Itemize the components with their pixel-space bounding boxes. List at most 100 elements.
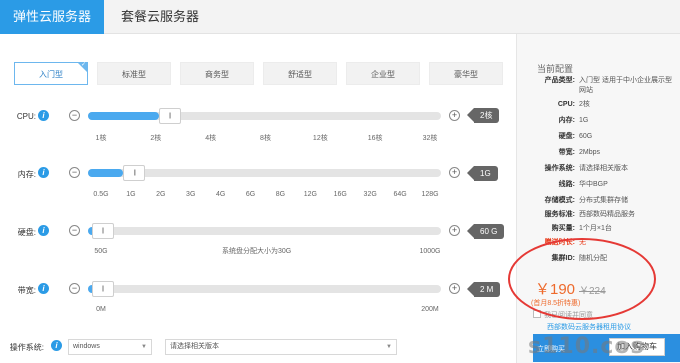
cpu-label: CPU: [16, 112, 36, 121]
check-icon: ✓ [80, 62, 86, 68]
tick-label: 0M [96, 306, 106, 313]
tick-label: 1000G [419, 248, 441, 255]
agree-checkbox[interactable] [533, 310, 541, 318]
tick-label: 50G [94, 248, 108, 255]
memory-plus-button[interactable]: + [449, 167, 460, 178]
config-key: 存储模式: [544, 197, 575, 204]
tick-label: 128G [421, 191, 439, 198]
current-price: ￥190 [535, 281, 576, 298]
cpu-minus-button[interactable]: − [69, 110, 80, 121]
disk-plus-button[interactable]: + [449, 225, 460, 236]
package-button-entry[interactable]: 入门型 ✓ [14, 62, 88, 85]
os-info-icon[interactable]: i [51, 340, 62, 351]
package-button-business[interactable]: 商务型 [180, 62, 254, 85]
bandwidth-info-icon[interactable]: i [38, 283, 49, 294]
bandwidth-value-tag: 2 M [466, 282, 501, 297]
package-button-comfort[interactable]: 舒适型 [263, 62, 337, 85]
agree-checkbox-row[interactable]: 我已阅读并同意 [533, 310, 593, 320]
package-label: 标准型 [122, 70, 146, 79]
disk-slider-track[interactable] [88, 227, 441, 235]
cpu-slider-handle[interactable]: ||| [158, 108, 181, 124]
tick-label: 32G [363, 191, 377, 198]
discount-note: (首月8.5折特惠) [531, 300, 581, 307]
config-value: 西部数码精品服务 [579, 211, 635, 218]
original-price: ￥224 [579, 286, 606, 297]
tick-label: 32核 [422, 135, 438, 142]
tick-label: 4G [215, 191, 226, 198]
memory-info-icon[interactable]: i [38, 167, 49, 178]
chevron-down-icon: ▼ [386, 344, 392, 350]
tick-label: 8核 [260, 135, 271, 142]
os-system-value: windows [73, 343, 100, 350]
os-version-select[interactable]: 请选择相关版本 ▼ [165, 339, 397, 355]
package-label: 商务型 [205, 70, 229, 79]
package-button-standard[interactable]: 标准型 [97, 62, 171, 85]
tick-label: 2G [156, 191, 166, 198]
tick-label: 6G [245, 191, 256, 198]
cpu-slider-fill [88, 112, 159, 120]
package-label: 豪华型 [454, 70, 478, 79]
cpu-info-icon[interactable]: i [38, 110, 49, 121]
tab-package-cloud-server[interactable]: 套餐云服务器 [104, 0, 216, 34]
config-key: 产品类型: [544, 77, 575, 84]
disk-label: 硬盘: [17, 228, 36, 237]
config-value: 2Mbps [579, 149, 601, 156]
tick-label: 16核 [367, 135, 383, 142]
config-key: 服务标准: [544, 211, 575, 218]
config-title: 当前配置 [537, 64, 574, 74]
config-value: 2核 [579, 101, 590, 108]
tick-label: 200M [421, 306, 439, 313]
package-button-enterprise[interactable]: 企业型 [346, 62, 420, 85]
config-key: 赠送时长: [544, 239, 575, 246]
os-system-select[interactable]: windows ▼ [68, 339, 152, 355]
config-value: 分布式集群存储 [579, 197, 628, 204]
config-key: 线路: [558, 181, 575, 188]
bandwidth-slider-track[interactable] [88, 285, 441, 293]
package-label: 舒适型 [288, 70, 312, 79]
tick-label: 12G [303, 191, 317, 198]
disk-info-icon[interactable]: i [38, 225, 49, 236]
disk-slider-handle[interactable]: ||| [91, 223, 114, 239]
config-key: CPU: [557, 101, 575, 108]
agreement-link[interactable]: 西部数码云服务器租用协议 [547, 322, 631, 332]
bandwidth-plus-button[interactable]: + [449, 283, 460, 294]
chevron-down-icon: ▼ [141, 344, 147, 350]
cpu-plus-button[interactable]: + [449, 110, 460, 121]
config-value: 1个月×1台 [579, 225, 612, 232]
config-value: 入门型 适用于中小企业展示型网站 [579, 77, 672, 94]
tick-label: 3G [186, 191, 196, 198]
tab-bar: 弹性云服务器 套餐云服务器 [0, 0, 680, 34]
config-key: 内存: [558, 117, 575, 124]
config-value: 华中BGP [579, 181, 608, 188]
package-label: 入门型 [39, 70, 63, 79]
memory-value-tag: 1G [467, 166, 498, 181]
tick-label: 8G [275, 191, 286, 198]
bandwidth-label: 带宽: [17, 286, 36, 295]
memory-slider-fill [88, 169, 124, 177]
tab-elastic-cloud-server[interactable]: 弹性云服务器 [0, 0, 104, 34]
os-version-placeholder: 请选择相关版本 [170, 343, 219, 350]
disk-tip-text: 系统盘分配大小为30G [222, 248, 292, 255]
config-value: 随机分配 [579, 255, 607, 262]
bandwidth-minus-button[interactable]: − [69, 283, 80, 294]
tick-label: 0.5G [93, 191, 109, 198]
watermark-text: s110.cos [528, 334, 645, 359]
config-value: 无 [579, 239, 586, 246]
bandwidth-slider-handle[interactable]: ||| [91, 281, 114, 297]
tick-label: 4核 [205, 135, 217, 142]
config-value: 请选择相关版本 [579, 165, 628, 172]
agree-text: 我已阅读并同意 [544, 312, 593, 319]
os-label: 操作系统: [9, 343, 44, 352]
memory-minus-button[interactable]: − [69, 167, 80, 178]
tick-label: 16G [333, 191, 347, 198]
tick-label: 12核 [312, 135, 328, 142]
disk-minus-button[interactable]: − [69, 225, 80, 236]
config-value: 60G [579, 133, 593, 140]
config-key: 集群ID: [551, 255, 575, 262]
package-label: 企业型 [371, 70, 395, 79]
config-key: 硬盘: [558, 133, 575, 140]
tick-label: 2核 [150, 135, 162, 142]
memory-slider-handle[interactable]: ||| [123, 165, 146, 181]
package-button-luxury[interactable]: 豪华型 [429, 62, 503, 85]
config-value: 1G [579, 117, 589, 124]
